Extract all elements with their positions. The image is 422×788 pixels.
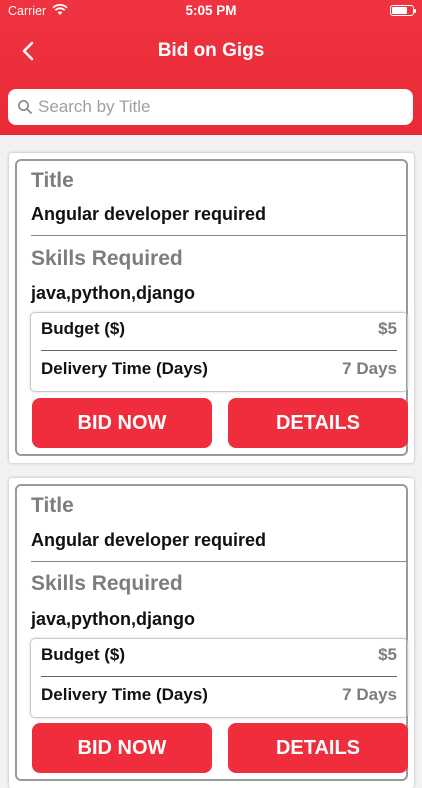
- delivery-value: 7 Days: [342, 359, 397, 378]
- details-button[interactable]: DETAILS: [228, 723, 408, 773]
- gig-card: Title Angular developer required Skills …: [9, 153, 414, 463]
- gig-title: Angular developer required: [31, 204, 267, 224]
- divider: [31, 561, 407, 562]
- status-time: 5:05 PM: [185, 3, 237, 18]
- budget-row: Budget ($) $5: [41, 641, 397, 671]
- budget-value: $5: [378, 645, 397, 664]
- delivery-value: 7 Days: [342, 685, 397, 704]
- delivery-row: Delivery Time (Days) 7 Days: [41, 681, 397, 711]
- gig-title: Angular developer required: [31, 530, 267, 550]
- gig-card-border: Title Angular developer required Skills …: [15, 484, 408, 781]
- divider: [31, 235, 407, 236]
- status-bar: Carrier 5:05 PM: [0, 0, 422, 22]
- skills-label: Skills Required: [31, 247, 183, 270]
- divider: [41, 676, 397, 677]
- magnifier-icon: [17, 99, 33, 120]
- bid-now-button[interactable]: BID NOW: [32, 398, 212, 448]
- delivery-row: Delivery Time (Days) 7 Days: [41, 355, 397, 385]
- budget-row: Budget ($) $5: [41, 315, 397, 345]
- gig-skills: java,python,django: [31, 283, 196, 303]
- app-header: Carrier 5:05 PM Bid on Gigs: [0, 0, 422, 135]
- budget-label: Budget ($): [41, 645, 126, 664]
- delivery-label: Delivery Time (Days): [41, 359, 208, 378]
- details-button[interactable]: DETAILS: [228, 398, 408, 448]
- gig-skills: java,python,django: [31, 609, 196, 629]
- gig-card: Title Angular developer required Skills …: [9, 478, 414, 788]
- gig-card-border: Title Angular developer required Skills …: [15, 159, 408, 456]
- divider: [41, 350, 397, 351]
- title-label: Title: [31, 169, 74, 192]
- page-title: Bid on Gigs: [157, 40, 265, 61]
- gig-info-box: Budget ($) $5 Delivery Time (Days) 7 Day…: [30, 638, 408, 718]
- bid-now-button[interactable]: BID NOW: [32, 723, 212, 773]
- budget-label: Budget ($): [41, 319, 126, 338]
- skills-label: Skills Required: [31, 572, 183, 595]
- budget-value: $5: [378, 319, 397, 338]
- title-label: Title: [31, 494, 74, 517]
- search-bar[interactable]: [8, 89, 413, 125]
- battery-icon: [390, 5, 416, 16]
- search-input[interactable]: [38, 89, 403, 125]
- delivery-label: Delivery Time (Days): [41, 685, 208, 704]
- gig-info-box: Budget ($) $5 Delivery Time (Days) 7 Day…: [30, 312, 408, 392]
